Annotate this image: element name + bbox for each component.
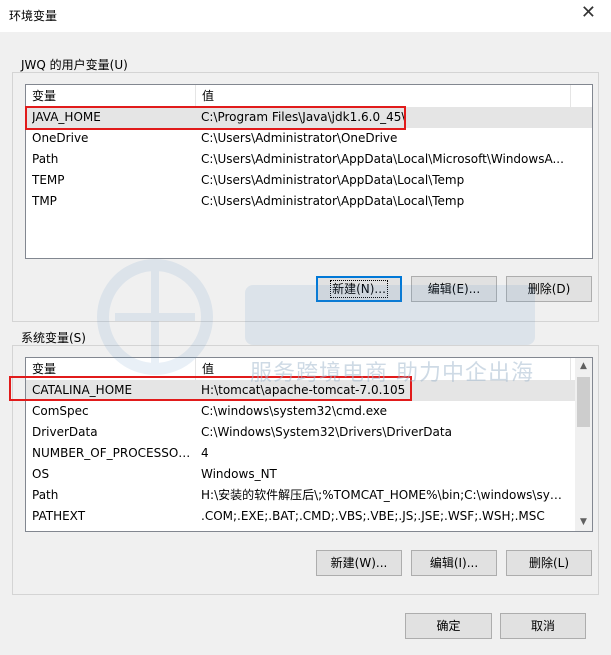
var-value: H:\安装的软件解压后\;%TOMCAT_HOME%\bin;C:\window… <box>201 488 566 502</box>
system-new-label: 新建(W)... <box>330 556 388 570</box>
title-bar: 环境变量 ✕ <box>0 0 611 32</box>
system-vars-label: 系统变量(S) <box>18 331 89 345</box>
table-row[interactable]: TMP C:\Users\Administrator\AppData\Local… <box>26 191 592 212</box>
var-value: C:\Program Files\Java\jdk1.6.0_45\ <box>201 110 406 124</box>
user-vars-list[interactable]: 变量 值 JAVA_HOME C:\Program Files\Java\jdk… <box>25 84 593 259</box>
scroll-down-icon[interactable]: ▼ <box>575 514 592 531</box>
table-row[interactable]: NUMBER_OF_PROCESSORS 4 <box>26 443 592 464</box>
system-new-button[interactable]: 新建(W)... <box>316 550 402 576</box>
var-name: OneDrive <box>32 131 89 145</box>
system-vars-column-headers: 变量 值 <box>26 358 592 380</box>
var-name: NUMBER_OF_PROCESSORS <box>32 446 192 460</box>
var-value: C:\windows\system32\cmd.exe <box>201 404 387 418</box>
system-vars-rows: CATALINA_HOME H:\tomcat\apache-tomcat-7.… <box>26 380 592 527</box>
table-row[interactable]: ComSpec C:\windows\system32\cmd.exe <box>26 401 592 422</box>
table-row[interactable]: PATHEXT .COM;.EXE;.BAT;.CMD;.VBS;.VBE;.J… <box>26 506 592 527</box>
var-value: H:\tomcat\apache-tomcat-7.0.105 <box>201 383 406 397</box>
system-vars-list[interactable]: 变量 值 CATALINA_HOME H:\tomcat\apache-tomc… <box>25 357 593 532</box>
table-row[interactable]: Path C:\Users\Administrator\AppData\Loca… <box>26 149 592 170</box>
ok-label: 确定 <box>436 619 461 633</box>
var-name: PATHEXT <box>32 509 86 523</box>
system-edit-button[interactable]: 编辑(I)... <box>411 550 497 576</box>
var-name: TEMP <box>32 173 65 187</box>
user-vars-label: JWQ 的用户变量(U) <box>18 58 131 72</box>
user-edit-button[interactable]: 编辑(E)... <box>411 276 497 302</box>
column-header-variable[interactable]: 变量 <box>26 85 196 107</box>
window-title: 环境变量 <box>9 9 58 23</box>
system-delete-label: 删除(L) <box>528 556 570 570</box>
system-edit-label: 编辑(I)... <box>429 556 479 570</box>
cancel-label: 取消 <box>530 619 555 633</box>
table-row[interactable]: OS Windows_NT <box>26 464 592 485</box>
var-value: C:\Users\Administrator\OneDrive <box>201 131 398 145</box>
var-name: ComSpec <box>32 404 89 418</box>
user-vars-rows: JAVA_HOME C:\Program Files\Java\jdk1.6.0… <box>26 107 592 212</box>
var-value: 4 <box>201 446 209 460</box>
user-new-button[interactable]: 新建(N)... <box>316 276 402 302</box>
var-value: C:\Windows\System32\Drivers\DriverData <box>201 425 452 439</box>
var-value: C:\Users\Administrator\AppData\Local\Tem… <box>201 194 465 208</box>
column-header-variable[interactable]: 变量 <box>26 358 196 380</box>
column-header-value[interactable]: 值 <box>196 85 571 107</box>
system-delete-button[interactable]: 删除(L) <box>506 550 592 576</box>
table-row[interactable]: JAVA_HOME C:\Program Files\Java\jdk1.6.0… <box>26 107 592 128</box>
var-value: Windows_NT <box>201 467 277 481</box>
table-row[interactable]: OneDrive C:\Users\Administrator\OneDrive <box>26 128 592 149</box>
cancel-button[interactable]: 取消 <box>500 613 586 639</box>
table-row[interactable]: Path H:\安装的软件解压后\;%TOMCAT_HOME%\bin;C:\w… <box>26 485 592 506</box>
user-edit-label: 编辑(E)... <box>427 282 481 296</box>
var-name: CATALINA_HOME <box>32 383 133 397</box>
var-name: TMP <box>32 194 57 208</box>
var-name: Path <box>32 488 59 502</box>
var-value: C:\Users\Administrator\AppData\Local\Mic… <box>201 152 564 166</box>
column-header-value[interactable]: 值 <box>196 358 571 380</box>
var-name: JAVA_HOME <box>32 110 101 124</box>
user-delete-button[interactable]: 删除(D) <box>506 276 592 302</box>
table-row[interactable]: TEMP C:\Users\Administrator\AppData\Loca… <box>26 170 592 191</box>
scroll-thumb[interactable] <box>577 377 590 427</box>
var-value: .COM;.EXE;.BAT;.CMD;.VBS;.VBE;.JS;.JSE;.… <box>201 509 545 523</box>
var-name: Path <box>32 152 59 166</box>
vertical-scrollbar[interactable]: ▲ ▼ <box>575 358 592 531</box>
ok-button[interactable]: 确定 <box>405 613 492 639</box>
user-delete-label: 删除(D) <box>527 282 571 296</box>
close-icon[interactable]: ✕ <box>581 3 596 23</box>
table-row[interactable]: CATALINA_HOME H:\tomcat\apache-tomcat-7.… <box>26 380 592 401</box>
user-vars-column-headers: 变量 值 <box>26 85 592 107</box>
table-row[interactable]: DriverData C:\Windows\System32\Drivers\D… <box>26 422 592 443</box>
var-value: C:\Users\Administrator\AppData\Local\Tem… <box>201 173 465 187</box>
scroll-up-icon[interactable]: ▲ <box>575 358 592 375</box>
var-name: DriverData <box>32 425 98 439</box>
var-name: OS <box>32 467 50 481</box>
user-new-label: 新建(N)... <box>330 280 388 298</box>
